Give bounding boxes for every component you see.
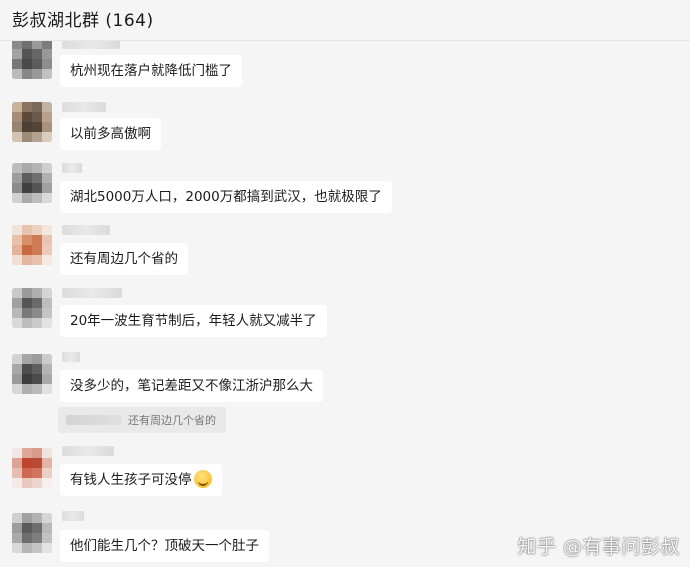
message-bubble[interactable]: 还有周边几个省的 [60, 243, 188, 275]
chat-header: 彭叔湖北群 (164) [0, 0, 690, 41]
grinning-face-icon [193, 470, 212, 488]
message-list[interactable]: 杭州现在落户就降低门槛了 以前多高傲啊 湖北5000万人口，2000万都搞到武汉… [0, 41, 690, 567]
sender-name-blurred [62, 102, 106, 112]
sender-name-blurred [62, 225, 110, 235]
quoted-reply[interactable]: 还有周边几个省的 [58, 407, 226, 433]
message-bubble[interactable]: 有钱人生孩子可没停 [60, 464, 222, 496]
sender-name-blurred [62, 352, 80, 362]
message-bubble[interactable]: 他们能生几个？顶破天一个肚子 [60, 530, 269, 562]
avatar[interactable] [12, 513, 52, 553]
watermark: 知乎 @有事问彭叔 [517, 536, 680, 558]
message-bubble[interactable]: 杭州现在落户就降低门槛了 [60, 55, 242, 87]
avatar[interactable] [12, 41, 52, 79]
message-bubble[interactable]: 没多少的，笔记差距又不像江浙沪那么大 [60, 370, 323, 402]
avatar[interactable] [12, 225, 52, 265]
sender-name-blurred [62, 163, 82, 173]
avatar[interactable] [12, 288, 52, 328]
message-text: 有钱人生孩子可没停 [70, 472, 192, 488]
quoted-sender-blurred [66, 415, 122, 425]
avatar[interactable] [12, 448, 52, 488]
quoted-text: 还有周边几个省的 [128, 414, 216, 427]
sender-name-blurred [62, 446, 114, 456]
message-bubble[interactable]: 湖北5000万人口，2000万都搞到武汉，也就极限了 [60, 181, 392, 213]
message-bubble[interactable]: 20年一波生育节制后，年轻人就又减半了 [60, 305, 327, 337]
avatar[interactable] [12, 102, 52, 142]
message-bubble[interactable]: 以前多高傲啊 [60, 118, 161, 150]
sender-name-blurred [62, 511, 84, 521]
sender-name-blurred [62, 288, 122, 298]
sender-name-blurred [62, 41, 120, 49]
avatar[interactable] [12, 163, 52, 203]
group-title[interactable]: 彭叔湖北群 (164) [12, 6, 154, 31]
avatar[interactable] [12, 354, 52, 394]
